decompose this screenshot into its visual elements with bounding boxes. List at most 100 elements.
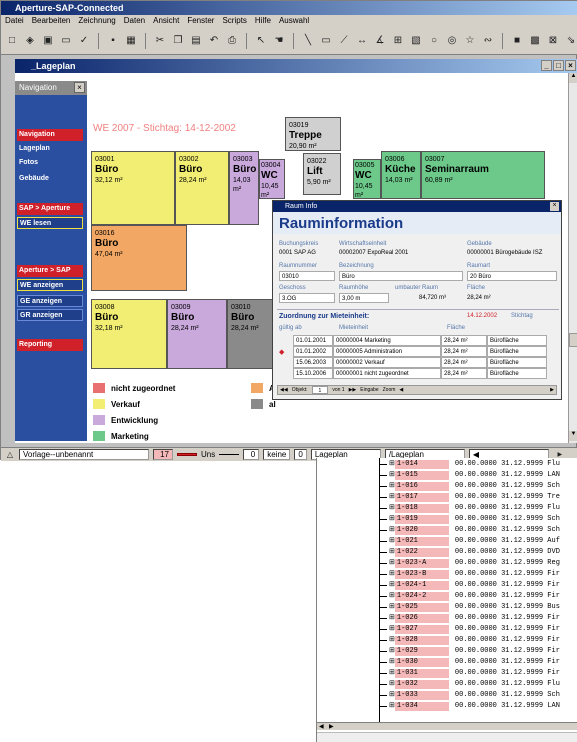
open-icon[interactable]: ◈ bbox=[23, 34, 37, 48]
circle-icon[interactable]: ○ bbox=[427, 34, 441, 48]
close-icon[interactable]: × bbox=[550, 202, 559, 211]
image-icon[interactable]: ▧ bbox=[409, 34, 423, 48]
scroll-left-icon[interactable]: ◀ bbox=[399, 386, 403, 394]
tree-item[interactable]: ⊞ 1-024-2 00.00.0000 31.12.9999 Fir bbox=[379, 592, 577, 601]
table-row[interactable]: 01.01.2002 00000005 Administration 28,24… bbox=[293, 346, 547, 357]
nav-reporting[interactable]: Reporting bbox=[17, 339, 83, 351]
nav-gebaeude[interactable]: Gebäude bbox=[17, 173, 83, 185]
maximize-icon[interactable]: □ bbox=[553, 60, 564, 71]
value-raumnummer[interactable]: 03010 bbox=[279, 271, 335, 281]
value-raumhoehe[interactable]: 3,00 m bbox=[339, 293, 389, 303]
first-record-icon[interactable]: ◀◀ bbox=[280, 386, 288, 394]
room-03003[interactable]: 03003 Büro 14,03 m² bbox=[229, 151, 259, 225]
ellipse-icon[interactable]: ◎ bbox=[445, 34, 459, 48]
text-icon[interactable]: ⊞ bbox=[391, 34, 405, 48]
tree-item[interactable]: ⊞ 1-020 00.00.0000 31.12.9999 Sch bbox=[379, 526, 577, 535]
nav-navigation[interactable]: Navigation bbox=[17, 129, 83, 141]
dialog-titlebar[interactable]: Raum Info × bbox=[273, 201, 561, 212]
star-icon[interactable]: ☆ bbox=[463, 34, 477, 48]
minimize-icon[interactable]: _ bbox=[541, 60, 552, 71]
zoom-button[interactable]: Zoom bbox=[383, 386, 396, 394]
close-icon[interactable]: × bbox=[74, 82, 85, 93]
print-icon[interactable]: ⎙ bbox=[225, 34, 239, 48]
nav-lageplan[interactable]: Lageplan bbox=[17, 143, 83, 155]
tree-item[interactable]: ⊞ 1-032 00.00.0000 31.12.9999 Flu bbox=[379, 680, 577, 689]
tree-item[interactable]: ⊞ 1-024-1 00.00.0000 31.12.9999 Fir bbox=[379, 581, 577, 590]
copy-icon[interactable]: ❐ bbox=[171, 34, 185, 48]
value-bezeichnung[interactable]: Büro bbox=[339, 271, 463, 281]
menu-bearbeiten[interactable]: Bearbeiten bbox=[32, 15, 71, 27]
tree-item[interactable]: ⊞ 1-028 00.00.0000 31.12.9999 Fir bbox=[379, 636, 577, 645]
scroll-up-icon[interactable]: ▲ bbox=[569, 73, 577, 83]
nav-we-anzeigen[interactable]: WE anzeigen bbox=[17, 279, 83, 291]
plan-vertical-scrollbar[interactable]: ▲ ▼ bbox=[568, 73, 577, 443]
tree-item[interactable]: ⊞ 1-016 00.00.0000 31.12.9999 Sch bbox=[379, 482, 577, 491]
tree-item[interactable]: ⊞ 1-023-B 00.00.0000 31.12.9999 Fir bbox=[379, 570, 577, 579]
room-03006[interactable]: 03006 Küche 14,03 m² bbox=[381, 151, 421, 199]
value-geschoss[interactable]: 3.OG bbox=[279, 293, 335, 303]
value-raumart[interactable]: 20 Büro bbox=[467, 271, 557, 281]
table-row[interactable]: 15.10.2006 00000001 nicht zugeordnet 28,… bbox=[293, 368, 547, 379]
tree-item[interactable]: ⊞ 1-023-A 00.00.0000 31.12.9999 Reg bbox=[379, 559, 577, 568]
eingabe-button[interactable]: Eingabe bbox=[360, 386, 378, 394]
app-titlebar[interactable]: Aperture-SAP-Connected bbox=[1, 1, 577, 15]
tree-item[interactable]: ⊞ 1-025 00.00.0000 31.12.9999 Bus bbox=[379, 603, 577, 612]
tree-item[interactable]: ⊞ 1-026 00.00.0000 31.12.9999 Fir bbox=[379, 614, 577, 623]
angle-icon[interactable]: ∡ bbox=[373, 34, 387, 48]
hatch-icon[interactable]: ▩ bbox=[528, 34, 542, 48]
room-03009[interactable]: 03009 Büro 28,24 m² bbox=[167, 299, 227, 369]
menu-ansicht[interactable]: Ansicht bbox=[153, 15, 179, 27]
scroll-right-icon[interactable]: ▶ bbox=[550, 386, 556, 394]
scroll-down-icon[interactable]: ▼ bbox=[569, 431, 577, 441]
room-03001[interactable]: 03001 Büro 32,12 m² bbox=[91, 151, 175, 225]
nav-fotos[interactable]: Fotos bbox=[17, 157, 83, 169]
room-03007[interactable]: 03007 Seminarraum 60,89 m² bbox=[421, 151, 545, 199]
record-position-input[interactable]: 1 bbox=[311, 386, 329, 394]
status-template[interactable]: Vorlage--unbenannt bbox=[19, 449, 149, 460]
tree-item[interactable]: ⊞ 1-018 00.00.0000 31.12.9999 Flu bbox=[379, 504, 577, 513]
disk-icon[interactable]: ▪ bbox=[106, 34, 120, 48]
scroll-right-icon[interactable]: ▶ bbox=[329, 723, 334, 730]
room-03005[interactable]: 03005 WC 10,45 m² bbox=[353, 159, 381, 199]
room-03019[interactable]: 03019 Treppe 20,90 m² bbox=[285, 117, 341, 151]
room-03010[interactable]: 03010 Büro 28,24 m² bbox=[227, 299, 277, 369]
nav-sap-aperture[interactable]: SAP > Aperture bbox=[17, 203, 83, 215]
cut-icon[interactable]: ✂ bbox=[153, 34, 167, 48]
save-icon[interactable]: ▣ bbox=[41, 34, 55, 48]
table-row[interactable]: 01.01.2001 00000004 Marketing 28,24 m² B… bbox=[293, 335, 547, 346]
nav-ge-anzeigen[interactable]: GE anzeigen bbox=[17, 295, 83, 307]
room-03002[interactable]: 03002 Büro 28,24 m² bbox=[175, 151, 229, 225]
arrow-icon[interactable]: ⇘ bbox=[564, 34, 577, 48]
print-preview-icon[interactable]: ▦ bbox=[124, 34, 138, 48]
fill-icon[interactable]: ■ bbox=[510, 34, 524, 48]
menu-zeichnung[interactable]: Zeichnung bbox=[78, 15, 115, 27]
undo-icon[interactable]: ↶ bbox=[207, 34, 221, 48]
check-icon[interactable]: ✓ bbox=[77, 34, 91, 48]
rectangle-icon[interactable]: ▭ bbox=[319, 34, 333, 48]
hand-icon[interactable]: ☚ bbox=[272, 34, 286, 48]
tree-item[interactable]: ⊞ 1-030 00.00.0000 31.12.9999 Fir bbox=[379, 658, 577, 667]
scroll-thumb[interactable] bbox=[569, 333, 577, 347]
menu-daten[interactable]: Daten bbox=[124, 15, 145, 27]
tree-item[interactable]: ⊞ 1-022 00.00.0000 31.12.9999 DVD bbox=[379, 548, 577, 557]
grid-icon[interactable]: ⊠ bbox=[546, 34, 560, 48]
child-titlebar[interactable]: _Lageplan _ □ × bbox=[15, 59, 577, 73]
tree-item[interactable]: ⊞ 1-027 00.00.0000 31.12.9999 Fir bbox=[379, 625, 577, 634]
tree-item[interactable]: ⊞ 1-034 00.00.0000 31.12.9999 LAN bbox=[379, 702, 577, 711]
menu-scripts[interactable]: Scripts bbox=[222, 15, 246, 27]
room-03022[interactable]: 03022 Lift 5,90 m² bbox=[303, 153, 341, 195]
tree-item[interactable]: ⊞ 1-019 00.00.0000 31.12.9999 Sch bbox=[379, 515, 577, 524]
tree-item[interactable]: ⊞ 1-014 00.00.0000 31.12.9999 Flu bbox=[379, 460, 577, 469]
paste-icon[interactable]: ▤ bbox=[189, 34, 203, 48]
pointer-icon[interactable]: ↖ bbox=[254, 34, 268, 48]
tree-item[interactable]: ⊞ 1-017 00.00.0000 31.12.9999 Tre bbox=[379, 493, 577, 502]
tree-item[interactable]: ⊞ 1-015 00.00.0000 31.12.9999 LAN bbox=[379, 471, 577, 480]
nav-gr-anzeigen[interactable]: GR anzeigen bbox=[17, 309, 83, 321]
nav-aperture-sap[interactable]: Aperture > SAP bbox=[17, 265, 83, 277]
menu-auswahl[interactable]: Auswahl bbox=[279, 15, 309, 27]
polyline-icon[interactable]: ⟋ bbox=[337, 34, 351, 48]
new-file-icon[interactable]: □ bbox=[5, 34, 19, 48]
menu-datei[interactable]: Datei bbox=[5, 15, 24, 27]
tree-item[interactable]: ⊞ 1-031 00.00.0000 31.12.9999 Fir bbox=[379, 669, 577, 678]
table-row[interactable]: 15.06.2003 00000002 Verkauf 28,24 m² Bür… bbox=[293, 357, 547, 368]
